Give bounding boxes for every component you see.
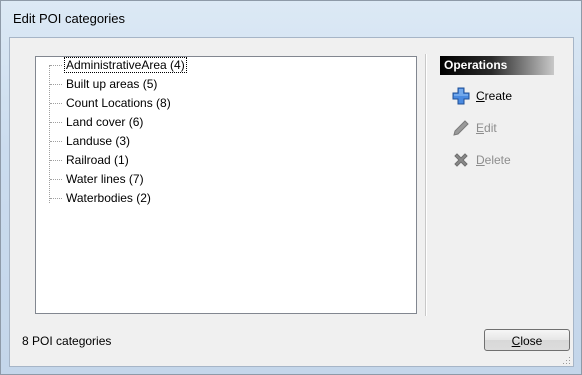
tree-item-label: Built up areas (5) — [66, 77, 158, 91]
close-button[interactable]: Close — [484, 329, 570, 351]
tree-item-label: Railroad (1) — [66, 153, 129, 167]
resize-grip-icon[interactable] — [561, 354, 571, 364]
edit-label: Edit — [476, 121, 497, 135]
pencil-icon — [452, 119, 470, 137]
tree-item-label: Land cover (6) — [66, 115, 144, 129]
status-text: 8 POI categories — [22, 334, 112, 348]
plus-icon — [452, 87, 470, 105]
dialog-client-area: AdministrativeArea (4) Built up areas (5… — [9, 37, 574, 367]
tree-connector-line — [49, 65, 50, 203]
tree-branch-line — [50, 103, 62, 104]
x-icon — [452, 151, 470, 169]
tree-branch-line — [50, 179, 62, 180]
tree-item-label: Landuse (3) — [66, 134, 131, 148]
operations-header: Operations — [440, 56, 554, 75]
tree-branch-line — [50, 84, 62, 85]
tree-branch-line — [50, 141, 62, 142]
tree-item-label: Water lines (7) — [66, 172, 144, 186]
tree-item-label: Waterbodies (2) — [66, 191, 151, 205]
dialog-window: Edit POI categories AdministrativeArea (… — [0, 0, 582, 375]
delete-label: Delete — [476, 153, 511, 167]
tree-branch-line — [50, 65, 62, 66]
create-label: Create — [476, 89, 513, 103]
tree-branch-line — [50, 198, 62, 199]
tree-item-label: AdministrativeArea (4) — [64, 57, 187, 73]
title-bar[interactable]: Edit POI categories — [1, 1, 581, 37]
vertical-separator — [425, 54, 427, 316]
poi-category-tree[interactable]: AdministrativeArea (4) Built up areas (5… — [35, 56, 417, 314]
tree-item-label: Count Locations (8) — [66, 96, 171, 110]
window-title: Edit POI categories — [13, 11, 125, 26]
tree-branch-line — [50, 122, 62, 123]
tree-branch-line — [50, 160, 62, 161]
